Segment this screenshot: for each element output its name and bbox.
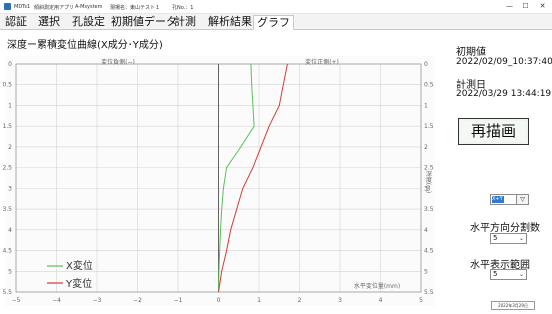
window-title-bar: MDTs1 傾斜測定用アプリ A-Msystem 現場名： 東山テスト１ 孔No…	[0, 0, 552, 14]
redraw-button[interactable]: 再描画	[458, 118, 529, 145]
app-name: MDTs1	[14, 4, 31, 10]
legend-label-x: X変位	[66, 259, 93, 272]
x-tick-label: −1	[174, 297, 183, 304]
y-tick-label-right: 1	[424, 102, 428, 109]
y-tick-label: 4.5	[2, 248, 12, 255]
y-tick-label-right: 2	[424, 144, 428, 151]
maximize-icon[interactable]: ☐	[520, 2, 531, 11]
tab-auth[interactable]: 認証	[2, 15, 30, 30]
y-tick-label: 0	[8, 61, 12, 68]
initial-label: 初期値	[456, 47, 486, 58]
chevron-down-icon[interactable]: ▽	[516, 195, 528, 204]
x-axis-label: 水平変位量(mm)	[354, 282, 400, 290]
y-tick-label-right: 1.5	[424, 123, 434, 130]
date-stamp: 2022年3月29日	[491, 301, 535, 310]
tab-initial-data[interactable]: 初期値データ	[108, 15, 180, 30]
x-tick-label: 0	[217, 297, 221, 304]
y-tick-label: 5.5	[2, 289, 12, 296]
close-icon[interactable]: ✕	[537, 2, 548, 11]
tab-graph[interactable]: グラフ	[253, 15, 294, 30]
y-tick-label: 3.5	[2, 206, 12, 213]
y-tick-label: 1.5	[2, 123, 12, 130]
region-positive-label: 変位正側(+)	[305, 58, 339, 66]
region-negative-label: 変位負側(−)	[101, 58, 135, 66]
hdiv-value: 5	[493, 234, 498, 242]
chevron-down-icon[interactable]: ⌄	[517, 270, 526, 279]
x-tick-label: 1	[257, 297, 261, 304]
initial-datetime: 2022/02/09_10:37:40	[456, 57, 552, 67]
hdiv-select[interactable]: 5 ⌄	[490, 233, 527, 244]
x-tick-label: −2	[133, 297, 142, 304]
hrange-value: 5	[493, 270, 498, 278]
app-subtitle: 傾斜測定用アプリ	[34, 5, 75, 11]
site-name: 東山テスト１	[130, 5, 161, 11]
hrange-select[interactable]: 5 ⌄	[490, 269, 527, 280]
minimize-icon[interactable]: —	[504, 2, 515, 11]
y-tick-label-right: 3.5	[424, 206, 434, 213]
chevron-down-icon[interactable]: ⌄	[517, 234, 526, 243]
x-tick-label: −4	[52, 297, 61, 304]
chart-title: 深度ー累積変位曲線(X成分･Y成分)	[7, 40, 163, 51]
tab-select[interactable]: 選択	[35, 15, 63, 30]
x-tick-label: −3	[93, 297, 102, 304]
x-tick-label: 3	[338, 297, 342, 304]
x-tick-label: 5	[419, 297, 423, 304]
y-tick-label-right: 0.5	[424, 82, 434, 89]
y-axis-label: 深度(m)	[425, 170, 432, 193]
tab-measure[interactable]: 計測	[171, 15, 199, 30]
y-tick-label: 5	[8, 268, 12, 275]
hdiv-label: 水平方向分割数	[470, 223, 540, 234]
x-tick-label: −5	[12, 297, 21, 304]
site-label: 現場名：	[110, 5, 131, 11]
y-tick-label-right: 4.5	[424, 248, 434, 255]
y-tick-label-right: 5.5	[424, 289, 434, 296]
tab-analysis[interactable]: 解析結果	[205, 15, 255, 30]
x-tick-label: 4	[379, 297, 383, 304]
y-tick-label-right: 4	[424, 227, 428, 234]
depth-displacement-chart: 00.511.522.533.544.555.5 00.511.522.533.…	[2, 56, 435, 306]
display-mode-value: X+Y	[492, 196, 504, 203]
display-mode-combo[interactable]: X+Y ▽	[490, 194, 529, 205]
y-tick-label-right: 5	[424, 268, 428, 275]
app-icon	[4, 3, 11, 10]
y-tick-label: 2.5	[2, 165, 12, 172]
x-tick-label: 2	[298, 297, 302, 304]
y-tick-label: 0.5	[2, 82, 12, 89]
y-tick-label: 3	[8, 185, 12, 192]
legend-label-y: Y変位	[65, 277, 92, 290]
measure-datetime: 2022/03/29 13:44:19	[456, 89, 552, 99]
company-name: A-Msystem	[75, 4, 103, 10]
y-tick-label: 1	[8, 102, 12, 109]
tab-bar: 認証 選択 孔設定 初期値データ 計測 解析結果 グラフ	[0, 14, 552, 30]
hole-number: 孔No.：1	[172, 5, 194, 11]
y-tick-label-right: 0	[424, 61, 428, 68]
tab-hole-settings[interactable]: 孔設定	[69, 15, 108, 30]
y-tick-label: 2	[8, 144, 12, 151]
y-tick-label: 4	[8, 227, 12, 234]
